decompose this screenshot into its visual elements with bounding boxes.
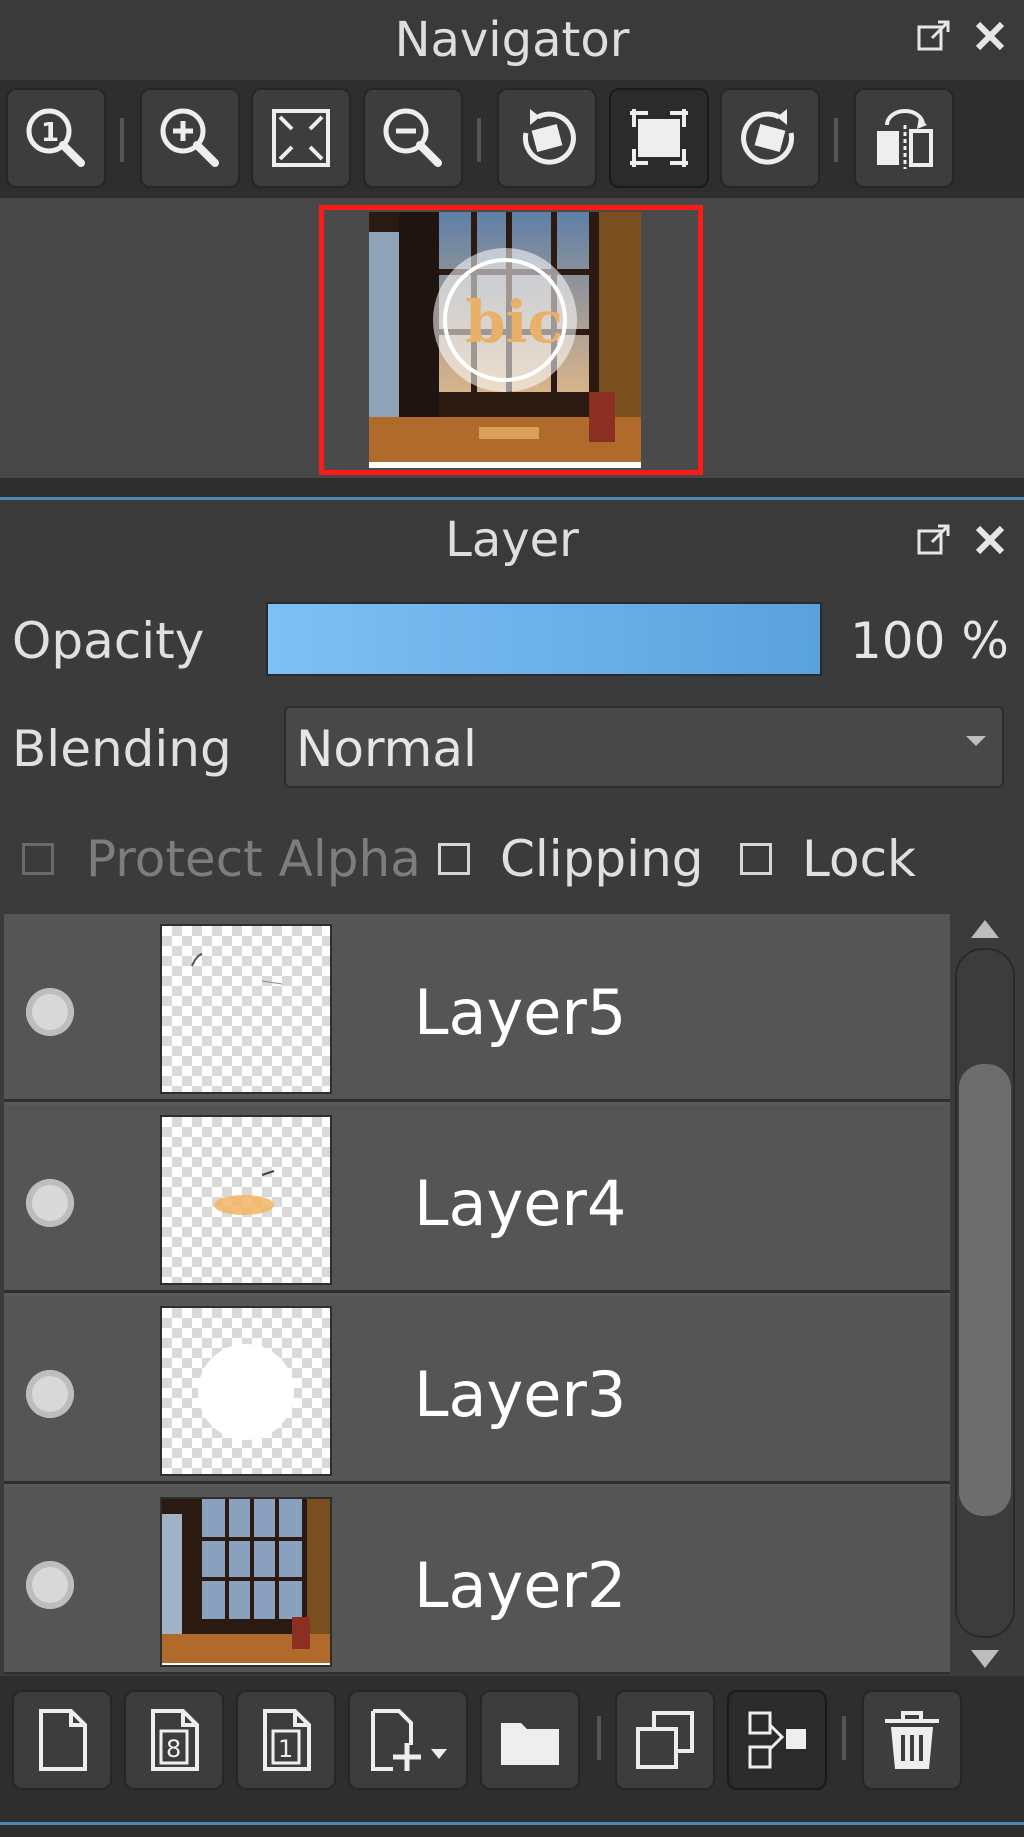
layer-name: Layer2 xyxy=(414,1549,627,1622)
visibility-toggle[interactable] xyxy=(26,1561,74,1609)
navigator-header: Navigator xyxy=(0,0,1024,80)
visibility-toggle[interactable] xyxy=(26,1179,74,1227)
scrollbar-thumb[interactable] xyxy=(959,1064,1011,1516)
duplicate-layer-icon xyxy=(636,1711,694,1769)
new-8bit-layer-icon: 8 xyxy=(151,1709,199,1771)
new-1bit-layer-icon: 1 xyxy=(263,1709,311,1771)
duplicate-layer-button[interactable] xyxy=(615,1690,715,1790)
new-8bit-layer-button[interactable]: 8 xyxy=(124,1690,224,1790)
folder-icon xyxy=(501,1723,559,1765)
undock-icon[interactable] xyxy=(916,18,952,54)
navigator-title: Navigator xyxy=(394,12,630,68)
blending-value: Normal xyxy=(296,720,477,778)
layer-thumbnail xyxy=(160,1497,332,1667)
clipping-label: Clipping xyxy=(500,830,704,888)
protect-alpha-label: Protect Alpha xyxy=(86,830,421,888)
toolbar-separator xyxy=(834,118,838,162)
layer-row[interactable]: Layer2 xyxy=(4,1487,950,1674)
navigator-view-frame[interactable]: bic xyxy=(319,205,703,475)
layer-list[interactable]: Layer5 Layer4 Layer3 Layer2 xyxy=(4,914,950,1674)
close-icon[interactable] xyxy=(972,18,1008,54)
delete-layer-button[interactable] xyxy=(862,1690,962,1790)
zoom-out-button[interactable] xyxy=(363,88,463,188)
zoom-in-icon xyxy=(160,108,219,167)
flip-horizontal-icon xyxy=(877,109,933,169)
layer-row[interactable]: Layer5 xyxy=(4,914,950,1102)
close-icon[interactable] xyxy=(972,522,1008,558)
new-1bit-layer-button[interactable]: 1 xyxy=(236,1690,336,1790)
flip-horizontal-button[interactable] xyxy=(854,88,954,188)
scroll-down-arrow[interactable] xyxy=(971,1650,999,1668)
room-photo-graphic xyxy=(162,1499,330,1665)
add-layer-menu-button[interactable] xyxy=(348,1690,468,1790)
layer-thumbnail xyxy=(160,924,332,1094)
fit-screen-button[interactable] xyxy=(251,88,351,188)
protect-alpha-checkbox[interactable] xyxy=(22,843,54,875)
clipping-checkbox[interactable] xyxy=(438,843,470,875)
rotate-left-icon xyxy=(522,109,576,165)
layer-name: Layer5 xyxy=(414,976,627,1049)
zoom-out-icon xyxy=(383,108,442,167)
zoom-actual-size-button[interactable]: 1 xyxy=(6,88,106,188)
toolbar-separator xyxy=(842,1716,846,1760)
fit-screen-icon xyxy=(272,109,330,167)
zoom-actual-icon: 1 xyxy=(26,108,85,167)
rotate-left-button[interactable] xyxy=(497,88,597,188)
opacity-label: Opacity xyxy=(12,612,205,670)
blending-select[interactable]: Normal xyxy=(284,706,1004,788)
panel-splitter[interactable] xyxy=(0,478,1024,500)
svg-text:1: 1 xyxy=(41,118,59,148)
opacity-value: 100 % xyxy=(850,612,1009,670)
lock-label: Lock xyxy=(802,830,917,888)
undock-icon[interactable] xyxy=(916,522,952,558)
fit-canvas-button[interactable] xyxy=(609,88,709,188)
scroll-up-arrow[interactable] xyxy=(971,920,999,938)
layer-row[interactable]: Layer3 xyxy=(4,1296,950,1484)
sketch-lines-graphic xyxy=(191,953,283,985)
layer-toolbar: 8 1 xyxy=(0,1676,1024,1796)
white-circle-graphic xyxy=(198,1344,294,1440)
toolbar-separator xyxy=(477,118,481,162)
fit-canvas-icon xyxy=(630,109,688,167)
merge-layer-button[interactable] xyxy=(727,1690,827,1790)
new-layer-button[interactable] xyxy=(12,1690,112,1790)
merge-layer-icon xyxy=(748,1711,806,1769)
new-layer-icon xyxy=(39,1709,87,1771)
layer-thumbnail xyxy=(160,1115,332,1285)
svg-text:8: 8 xyxy=(166,1735,181,1763)
layer-title: Layer xyxy=(445,512,579,568)
zoom-in-button[interactable] xyxy=(140,88,240,188)
toolbar-separator xyxy=(120,118,124,162)
opacity-slider[interactable] xyxy=(266,602,822,676)
layer-name: Layer4 xyxy=(414,1167,627,1240)
visibility-toggle[interactable] xyxy=(26,988,74,1036)
layer-row[interactable]: Layer4 xyxy=(4,1105,950,1293)
blending-label: Blending xyxy=(12,720,232,778)
svg-text:1: 1 xyxy=(278,1735,293,1763)
chevron-down-icon xyxy=(966,736,986,746)
rotate-right-button[interactable] xyxy=(720,88,820,188)
visibility-toggle[interactable] xyxy=(26,1370,74,1418)
layer-header: Layer xyxy=(0,500,1024,580)
panel-splitter[interactable] xyxy=(0,1796,1024,1837)
layer-name: Layer3 xyxy=(414,1358,627,1431)
new-folder-button[interactable] xyxy=(480,1690,580,1790)
toolbar-separator xyxy=(597,1716,601,1760)
add-layer-menu-icon xyxy=(371,1709,447,1771)
preview-text: bic xyxy=(465,288,563,356)
lettering-graphic xyxy=(214,1170,275,1215)
rotate-right-icon xyxy=(741,109,795,165)
delete-layer-icon xyxy=(885,1711,939,1769)
canvas-thumbnail: bic xyxy=(369,212,641,468)
layer-thumbnail xyxy=(160,1306,332,1476)
navigator-toolbar: 1 xyxy=(0,80,1024,198)
lock-checkbox[interactable] xyxy=(740,843,772,875)
